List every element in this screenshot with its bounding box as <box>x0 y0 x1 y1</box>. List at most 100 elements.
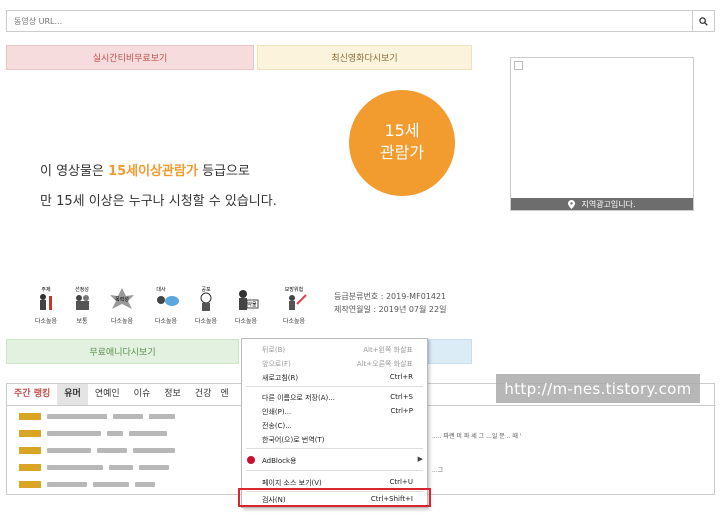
menu-item-reload[interactable]: 새로고침(R) Ctrl+R <box>242 371 427 383</box>
rating-level: 다소높음 <box>110 318 134 325</box>
menu-label: 다른 이름으로 저장(A)... <box>262 394 335 402</box>
ad-checkbox[interactable] <box>514 61 523 70</box>
rating-icon-dialogue: 대사 다소높음 <box>146 286 186 325</box>
menu-separator <box>246 448 423 449</box>
menu-label: AdBlock용 <box>262 457 297 465</box>
svg-text:약물: 약물 <box>247 301 257 308</box>
dialogue-icon: 대사 <box>156 286 179 306</box>
menu-label: 인쇄(P)... <box>262 408 292 416</box>
list-item[interactable] <box>19 412 175 421</box>
tab-entertainment[interactable]: 엔 <box>218 384 230 405</box>
rating-icon-theme: 주제 다소높음 <box>26 286 66 325</box>
menu-item-print[interactable]: 인쇄(P)... Ctrl+P <box>242 405 427 417</box>
menu-label: 앞으로(F) <box>262 360 291 368</box>
svg-text:공포: 공포 <box>201 287 211 293</box>
age-rating-badge: 15세 관람가 <box>349 90 455 196</box>
rank-marker <box>19 447 41 454</box>
tab-celebrity[interactable]: 연예인 <box>88 384 127 405</box>
menu-label: 새로고침(R) <box>262 374 299 382</box>
fear-icon: 공포 <box>200 287 212 311</box>
rank-marker <box>19 464 41 471</box>
rating-icon-sexuality: 선정성 보통 <box>62 286 102 325</box>
menu-separator <box>246 470 423 471</box>
rating-icon-violence: 폭력성 다소높음 <box>102 286 142 325</box>
url-search-bar <box>6 10 715 32</box>
rating-icon-fear: 공포 다소높음 <box>186 286 226 325</box>
menu-separator <box>246 386 423 387</box>
menu-item-adblock[interactable]: AdBlock용 ▶ <box>242 454 427 466</box>
menu-item-back[interactable]: 뒤로(B) Alt+왼쪽 화살표 <box>242 343 427 355</box>
rating-icon-imitation: 모방위험 다소높음 <box>274 286 314 325</box>
rating-level: 다소높음 <box>234 318 258 325</box>
drugs-icon: 약물 <box>239 290 259 310</box>
menu-label: 뒤로(B) <box>262 346 286 354</box>
rank-marker <box>19 481 41 488</box>
notice-highlight: 15세이상관람가 <box>108 164 198 179</box>
menu-item-translate[interactable]: 한국어(으)로 번역(T) <box>242 433 427 445</box>
notice-prefix: 이 영상물은 <box>40 164 109 179</box>
rating-level: 보통 <box>76 318 88 325</box>
tab-weekly-ranking[interactable]: 주간 랭킹 <box>7 384 57 405</box>
svg-text:폭력성: 폭력성 <box>115 296 129 303</box>
ad-box[interactable]: 지역광고입니다. <box>510 57 694 211</box>
list-item[interactable] <box>19 429 167 438</box>
menu-item-cast[interactable]: 전송(C)... <box>242 419 427 431</box>
rating-level: 다소높음 <box>194 318 218 325</box>
search-icon <box>699 16 708 26</box>
menu-label: 한국어(으)로 번역(T) <box>262 436 325 444</box>
rating-icon-drugs: 약물 다소높음 <box>226 286 266 325</box>
tab-issue[interactable]: 이슈 <box>127 384 158 405</box>
imitation-icon: 모방위험 <box>285 286 307 310</box>
location-pin-icon <box>568 199 576 209</box>
ad-label-bar: 지역광고입니다. <box>511 198 693 210</box>
list-item[interactable] <box>19 446 175 455</box>
classification-number: 등급분류번호 : 2019-MF01421 <box>334 292 447 301</box>
age-rating-line1: 15세 <box>384 121 420 140</box>
menu-item-forward[interactable]: 앞으로(F) Alt+오른쪽 화살표 <box>242 357 427 369</box>
tab-info[interactable]: 정보 <box>157 384 188 405</box>
tab-health[interactable]: 건강 <box>188 384 219 405</box>
age-rating-line2: 관람가 <box>379 143 425 162</box>
inspect-highlight-box <box>238 488 431 507</box>
search-button[interactable] <box>692 11 714 31</box>
menu-label: 전송(C)... <box>262 422 292 430</box>
list-item[interactable] <box>19 463 169 472</box>
theme-icon: 주제 <box>33 286 59 310</box>
adblock-icon <box>247 456 255 464</box>
notice-suffix: 등급으로 <box>197 164 250 179</box>
menu-shortcut: Ctrl+R <box>389 373 413 381</box>
violence-icon: 폭력성 <box>110 288 134 309</box>
rank-marker <box>19 413 41 420</box>
svg-text:모방위험: 모방위험 <box>285 286 303 293</box>
list-item[interactable] <box>19 480 155 489</box>
rating-level: 다소높음 <box>154 318 178 325</box>
tab-humor[interactable]: 유머 <box>57 384 88 405</box>
rating-level: 다소높음 <box>282 318 306 325</box>
url-input[interactable] <box>7 11 693 31</box>
svg-text:주제: 주제 <box>41 286 51 293</box>
menu-label: 페이지 소스 보기(V) <box>262 479 322 487</box>
sexuality-icon: 선정성 <box>75 286 89 310</box>
submenu-arrow-icon: ▶ <box>417 455 423 463</box>
ad-label: 지역광고입니다. <box>581 199 636 209</box>
menu-shortcut: Ctrl+U <box>389 478 413 486</box>
menu-item-save-as[interactable]: 다른 이름으로 저장(A)... Ctrl+S <box>242 391 427 403</box>
svg-text:선정성: 선정성 <box>75 286 89 293</box>
production-date: 제작연월일 : 2019년 07월 22일 <box>334 305 447 314</box>
list-item-text: ...그 <box>432 467 444 474</box>
rating-notice-line1: 이 영상물은 15세이상관람가 등급으로 <box>40 160 250 179</box>
latest-movie-button[interactable]: 최신영화다시보기 <box>257 45 472 70</box>
classification-info: 등급분류번호 : 2019-MF01421 제작연월일 : 2019년 07월 … <box>334 290 446 316</box>
free-anime-button[interactable]: 무료애니다시보기 <box>6 339 239 364</box>
rank-marker <box>19 430 41 437</box>
ranking-tabs: 주간 랭킹 유머 연예인 이슈 정보 건강 엔 <box>7 384 231 405</box>
menu-shortcut: Ctrl+S <box>390 393 413 401</box>
svg-text:대사: 대사 <box>156 286 166 293</box>
menu-item-view-source[interactable]: 페이지 소스 보기(V) Ctrl+U <box>242 476 427 488</box>
live-tv-button[interactable]: 실시간티비무료보기 <box>6 45 254 70</box>
blog-watermark: http://m-nes.tistory.com <box>496 374 700 403</box>
list-item-text: ..... 파랜 미 파 세 그 ...일 문 .. 때 ' <box>432 433 522 440</box>
hidden-blue-button[interactable] <box>428 339 472 364</box>
rating-notice-line2: 만 15세 이상은 누구나 시청할 수 있습니다. <box>40 194 277 209</box>
rating-level: 다소높음 <box>34 318 58 325</box>
